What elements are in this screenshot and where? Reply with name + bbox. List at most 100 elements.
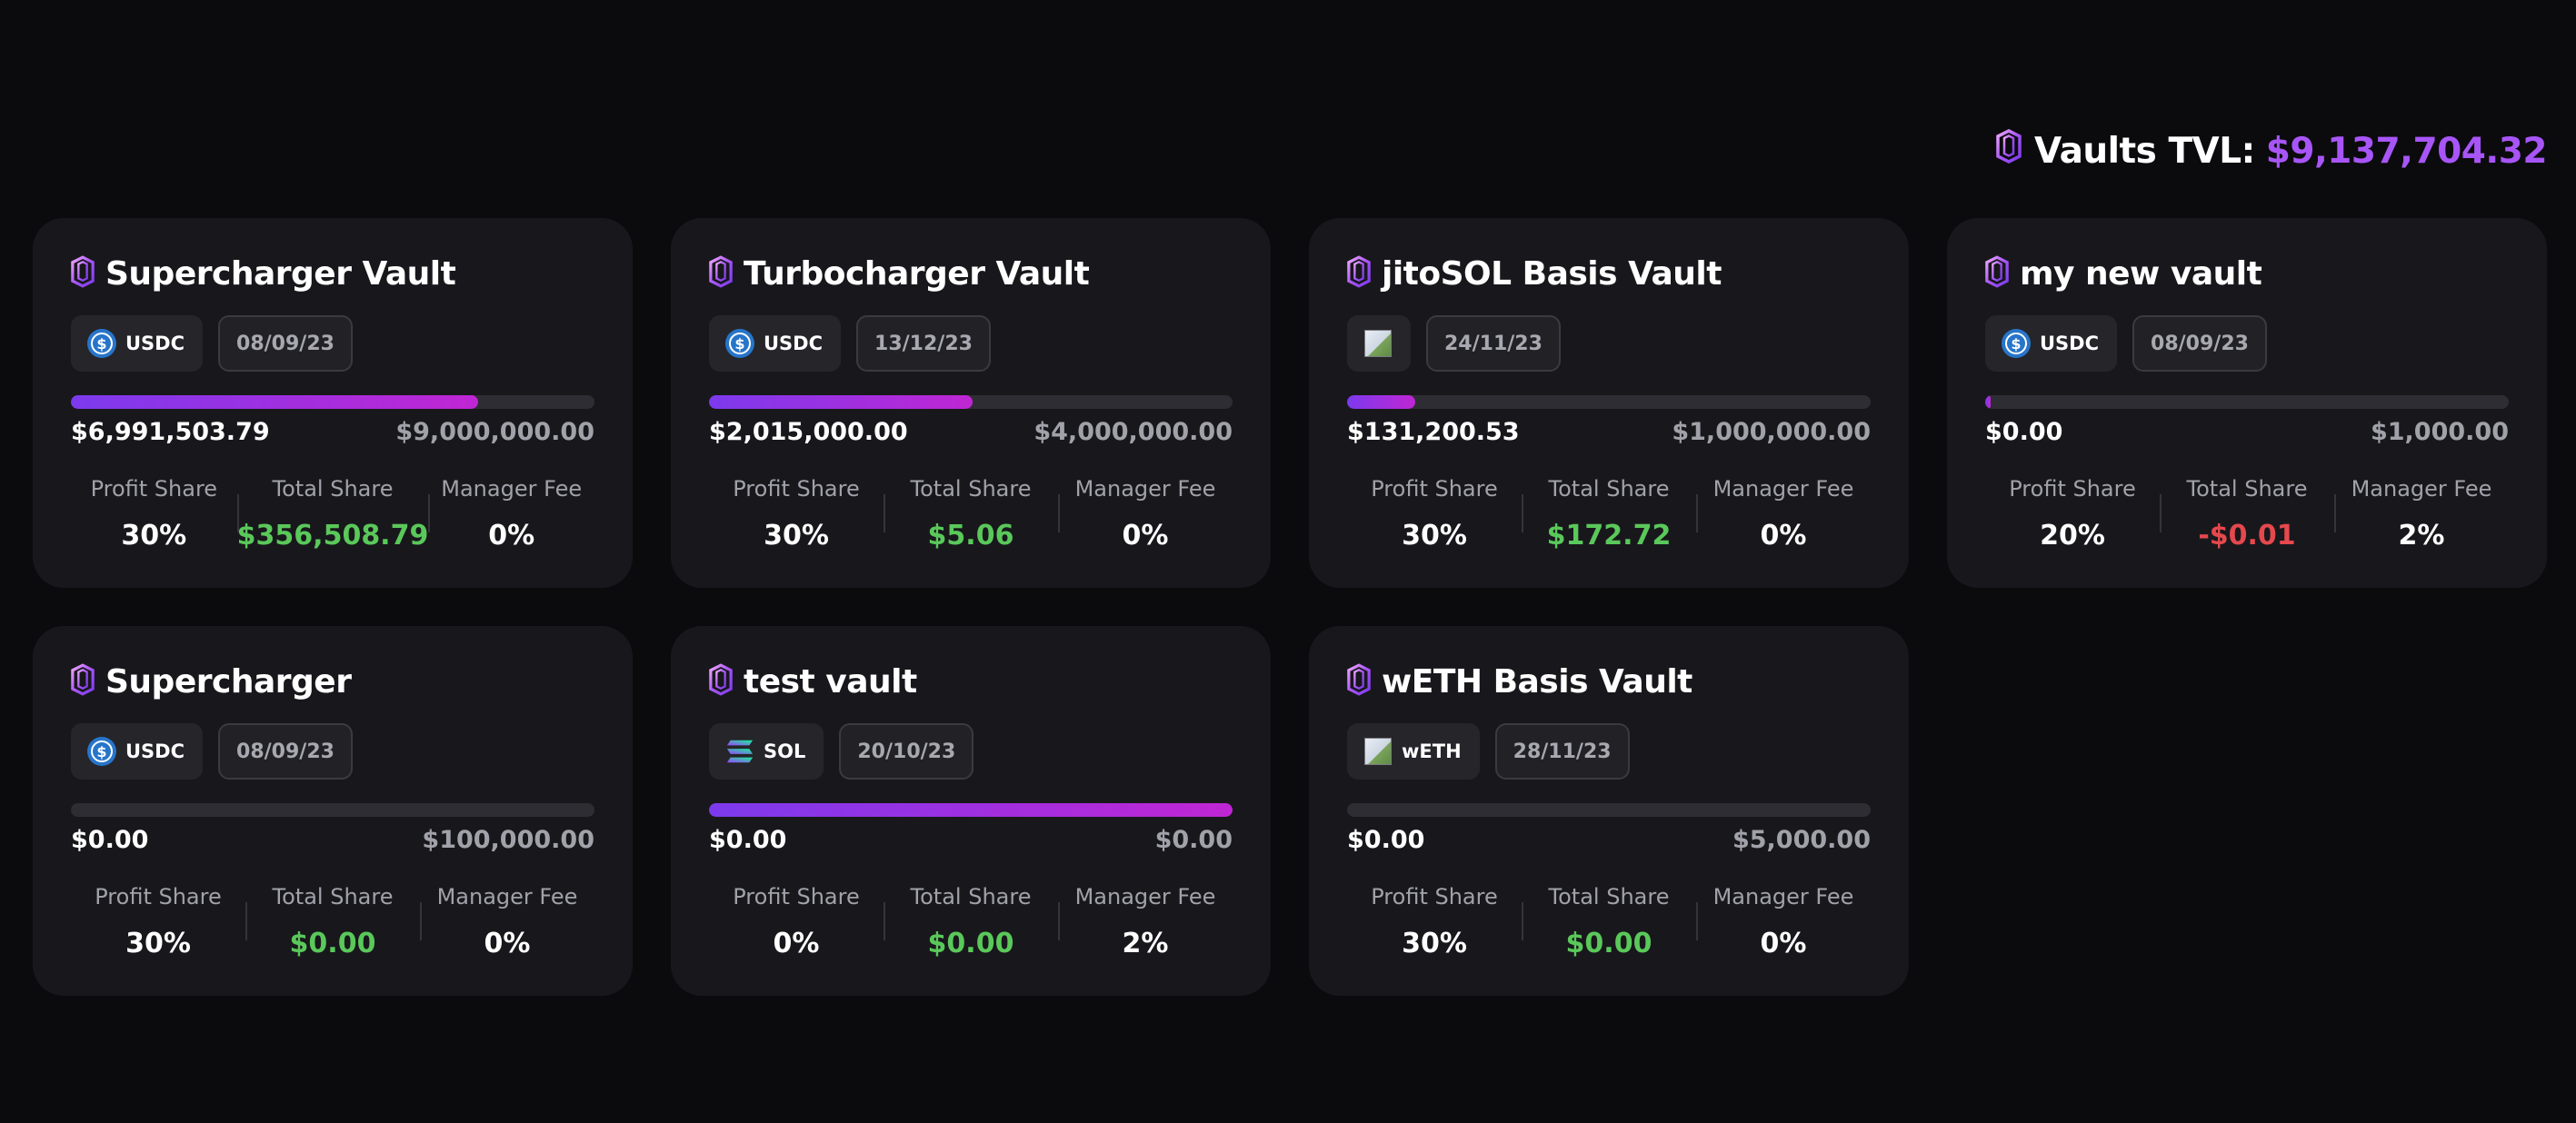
total-share-stat: Total Share $0.00 bbox=[1522, 880, 1696, 962]
vault-stats: Profit Share 0% Total Share $0.00 Manage… bbox=[709, 880, 1233, 962]
vault-card[interactable]: wETH Basis Vault wETH 28/11/23 $0.00 $5,… bbox=[1309, 626, 1909, 996]
current-deposits: $0.00 bbox=[1347, 826, 1425, 854]
profit-share-stat: Profit Share 30% bbox=[709, 472, 884, 554]
manager-fee-value: 0% bbox=[484, 928, 531, 959]
vault-badges: wETH 28/11/23 bbox=[1347, 723, 1630, 780]
total-share-value: $0.00 bbox=[289, 928, 376, 959]
vault-card[interactable]: Supercharger Vault $ USDC 08/09/23 $6,99… bbox=[33, 218, 633, 588]
vault-logo-icon bbox=[1347, 255, 1371, 292]
usdc-icon: $ bbox=[2002, 329, 2031, 358]
manager-fee-value: 0% bbox=[488, 520, 535, 552]
manager-fee-stat: Manager Fee 0% bbox=[420, 880, 594, 962]
token-label: SOL bbox=[764, 740, 806, 762]
token-label: USDC bbox=[125, 740, 185, 762]
vault-title: jitoSOL Basis Vault bbox=[1347, 251, 1722, 296]
profit-share-label: Profit Share bbox=[95, 884, 222, 909]
profit-share-label: Profit Share bbox=[1371, 884, 1498, 909]
vault-logo-icon bbox=[1985, 255, 2009, 292]
profit-share-value: 20% bbox=[2040, 520, 2105, 552]
vault-title: wETH Basis Vault bbox=[1347, 659, 1692, 704]
total-share-label: Total Share bbox=[910, 884, 1032, 909]
vault-name: wETH Basis Vault bbox=[1382, 662, 1692, 701]
profit-share-label: Profit Share bbox=[90, 476, 218, 502]
max-capacity: $5,000.00 bbox=[1732, 826, 1871, 854]
token-badge: $ USDC bbox=[709, 315, 842, 372]
vault-grid: Supercharger Vault $ USDC 08/09/23 $6,99… bbox=[33, 218, 2547, 996]
total-share-stat: Total Share $356,508.79 bbox=[236, 472, 428, 554]
total-share-label: Total Share bbox=[910, 476, 1032, 502]
manager-fee-value: 2% bbox=[1122, 928, 1169, 959]
current-deposits: $0.00 bbox=[71, 826, 149, 854]
total-share-value: $0.00 bbox=[1565, 928, 1652, 959]
profit-share-label: Profit Share bbox=[2009, 476, 2136, 502]
total-share-stat: Total Share $172.72 bbox=[1522, 472, 1696, 554]
total-share-value: $5.06 bbox=[927, 520, 1014, 552]
current-deposits: $6,991,503.79 bbox=[71, 418, 270, 446]
max-capacity: $100,000.00 bbox=[422, 826, 594, 854]
vault-card[interactable]: my new vault $ USDC 08/09/23 $0.00 $1,00… bbox=[1947, 218, 2547, 588]
total-share-label: Total Share bbox=[272, 884, 394, 909]
current-deposits: $0.00 bbox=[709, 826, 787, 854]
usdc-icon: $ bbox=[725, 329, 754, 358]
date-badge: 08/09/23 bbox=[218, 315, 353, 372]
svg-text:$: $ bbox=[96, 335, 106, 353]
manager-fee-label: Manager Fee bbox=[1074, 476, 1216, 502]
date-badge: 08/09/23 bbox=[218, 723, 353, 780]
total-share-value: $0.00 bbox=[927, 928, 1014, 959]
date-badge: 13/12/23 bbox=[856, 315, 991, 372]
total-share-label: Total Share bbox=[2186, 476, 2308, 502]
manager-fee-label: Manager Fee bbox=[1712, 476, 1854, 502]
profit-share-label: Profit Share bbox=[733, 476, 860, 502]
capacity-progress-bar bbox=[709, 803, 1233, 817]
svg-text:$: $ bbox=[96, 743, 106, 760]
total-share-stat: Total Share $5.06 bbox=[884, 472, 1058, 554]
vault-logo-icon bbox=[709, 663, 733, 700]
vault-name: test vault bbox=[744, 662, 917, 701]
vault-name: Supercharger bbox=[105, 662, 352, 701]
vault-title: Supercharger Vault bbox=[71, 251, 456, 296]
vault-badges: $ USDC 08/09/23 bbox=[71, 315, 353, 372]
vaults-tvl: Vaults TVL: $9,137,704.32 bbox=[1996, 125, 2548, 176]
profit-share-value: 30% bbox=[1402, 928, 1467, 959]
token-label: USDC bbox=[764, 333, 824, 354]
max-capacity: $1,000,000.00 bbox=[1672, 418, 1871, 446]
capacity-progress-bar bbox=[1347, 395, 1871, 409]
vault-card[interactable]: Supercharger $ USDC 08/09/23 $0.00 $100,… bbox=[33, 626, 633, 996]
vault-logo-icon bbox=[709, 255, 733, 292]
capacity-amounts: $0.00 $0.00 bbox=[709, 826, 1233, 854]
manager-fee-label: Manager Fee bbox=[1712, 884, 1854, 909]
tvl-label: Vaults TVL: bbox=[2034, 130, 2255, 172]
max-capacity: $0.00 bbox=[1154, 826, 1233, 854]
token-badge: $ USDC bbox=[1985, 315, 2118, 372]
profit-share-stat: Profit Share 0% bbox=[709, 880, 884, 962]
total-share-label: Total Share bbox=[1548, 476, 1670, 502]
manager-fee-label: Manager Fee bbox=[1074, 884, 1216, 909]
vault-card[interactable]: test vault SOL 20/10/23 $0.00 $0.00 Prof… bbox=[671, 626, 1271, 996]
profit-share-stat: Profit Share 30% bbox=[1347, 472, 1522, 554]
vault-stats: Profit Share 30% Total Share $0.00 Manag… bbox=[1347, 880, 1871, 962]
total-share-value: $172.72 bbox=[1546, 520, 1672, 552]
token-label: USDC bbox=[2040, 333, 2100, 354]
sol-icon bbox=[725, 737, 754, 766]
vault-card[interactable]: jitoSOL Basis Vault 24/11/23 $131,200.53… bbox=[1309, 218, 1909, 588]
profit-share-label: Profit Share bbox=[733, 884, 860, 909]
vault-title: my new vault bbox=[1985, 251, 2262, 296]
token-badge: $ USDC bbox=[71, 315, 204, 372]
vault-badges: $ USDC 08/09/23 bbox=[1985, 315, 2267, 372]
profit-share-value: 0% bbox=[773, 928, 820, 959]
capacity-progress-fill bbox=[709, 395, 973, 409]
capacity-amounts: $0.00 $100,000.00 bbox=[71, 826, 594, 854]
capacity-amounts: $131,200.53 $1,000,000.00 bbox=[1347, 418, 1871, 446]
broken-image-icon bbox=[1363, 737, 1393, 766]
vault-card[interactable]: Turbocharger Vault $ USDC 13/12/23 $2,01… bbox=[671, 218, 1271, 588]
date-badge: 08/09/23 bbox=[2132, 315, 2267, 372]
current-deposits: $2,015,000.00 bbox=[709, 418, 908, 446]
manager-fee-stat: Manager Fee 2% bbox=[1058, 880, 1233, 962]
svg-text:$: $ bbox=[2011, 335, 2021, 353]
vault-logo-icon bbox=[1996, 129, 2022, 173]
token-badge: SOL bbox=[709, 723, 824, 780]
manager-fee-value: 2% bbox=[2398, 520, 2445, 552]
token-label: USDC bbox=[125, 333, 185, 354]
manager-fee-stat: Manager Fee 0% bbox=[1696, 472, 1871, 554]
vault-stats: Profit Share 30% Total Share $356,508.79… bbox=[71, 472, 594, 554]
